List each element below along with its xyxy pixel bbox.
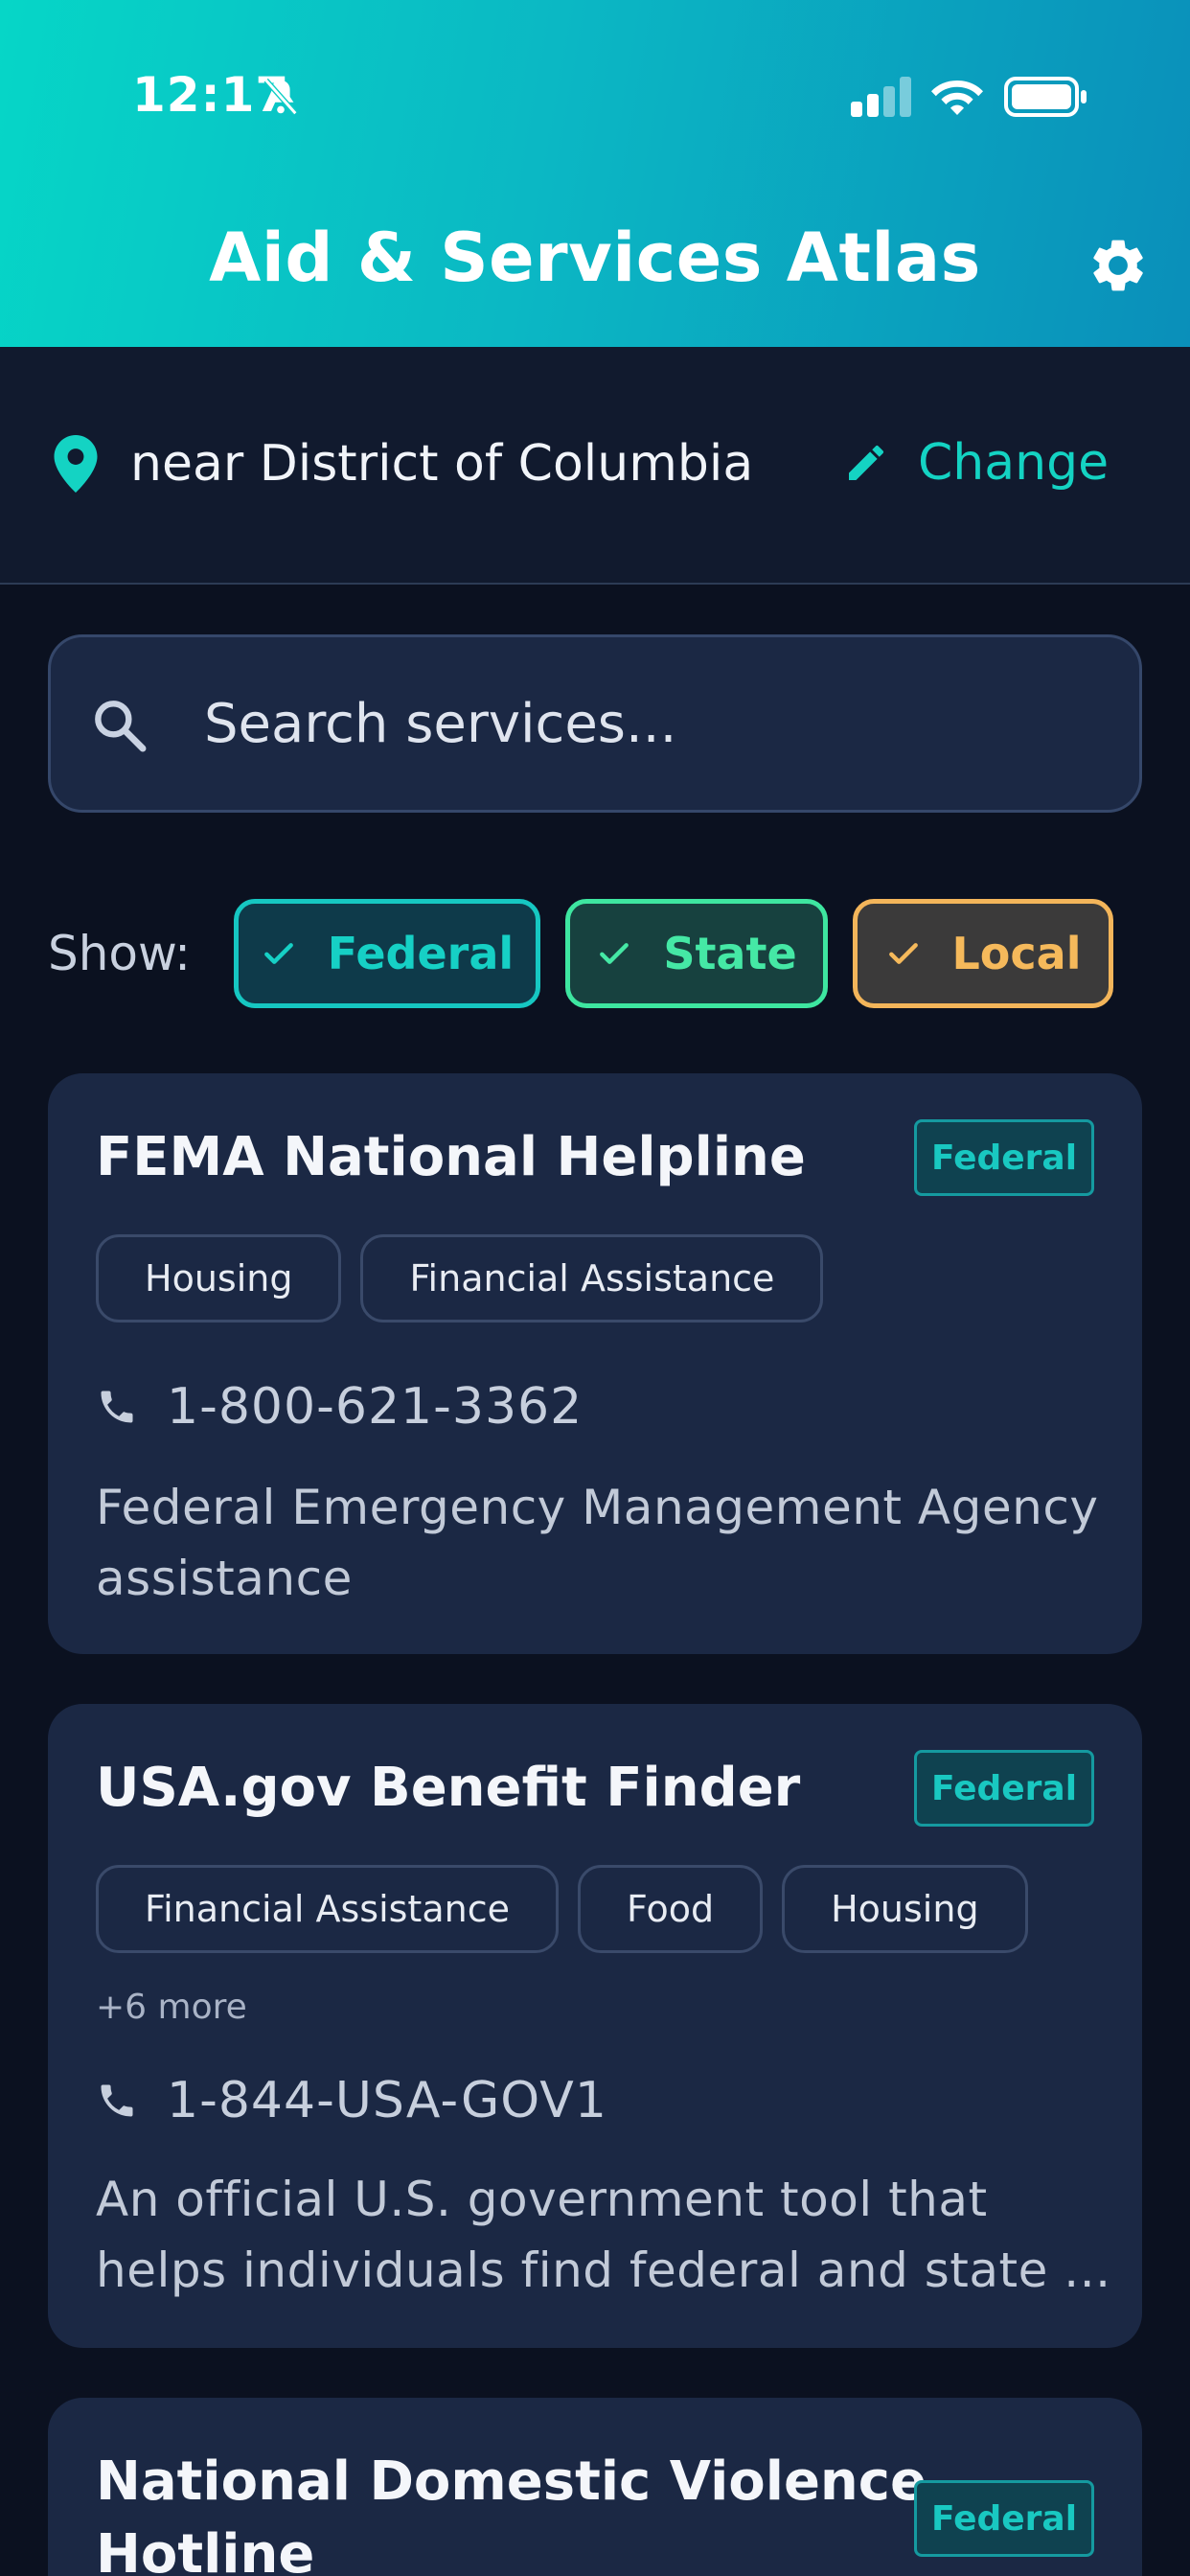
phone-link[interactable]: 1-800-621-3362 — [96, 1378, 583, 1436]
service-description: Federal Emergency Management Agency assi… — [96, 1472, 1111, 1614]
description-line: assistance — [96, 1551, 353, 1606]
phone-icon — [101, 1391, 133, 1423]
filter-chip-label: Local — [951, 928, 1082, 979]
check-icon — [263, 943, 293, 964]
tag[interactable]: Housing — [96, 1234, 342, 1322]
search-icon — [95, 701, 147, 752]
level-badge: Federal — [914, 1750, 1094, 1827]
tag[interactable]: Financial Assistance — [360, 1234, 824, 1322]
app-header: 12:17 Aid & Services Atlas — [0, 0, 1190, 347]
phone-number: 1-844-USA-GOV1 — [167, 2072, 607, 2129]
tag-list: Housing Financial Assistance — [96, 1234, 824, 1322]
service-card-domestic-violence[interactable]: National Domestic Violence Hotline Feder… — [48, 2398, 1142, 2576]
service-title: USA.gov Benefit Finder — [96, 1757, 801, 1819]
check-icon — [888, 943, 918, 964]
location-pin-icon — [54, 435, 98, 493]
filter-label: Show: — [48, 926, 192, 981]
gear-icon[interactable] — [1087, 234, 1150, 297]
description-line: Federal Emergency Management Agency — [96, 1480, 1099, 1535]
bell-muted-icon — [263, 78, 298, 116]
service-card-usagov[interactable]: USA.gov Benefit Finder Federal Financial… — [48, 1704, 1142, 2348]
phone-icon — [101, 2084, 133, 2117]
filter-chip-state[interactable]: State — [565, 899, 828, 1008]
wifi-icon — [931, 80, 983, 115]
cellular-signal-icon — [851, 77, 911, 117]
change-location-button[interactable]: Change — [843, 429, 1109, 496]
level-badge: Federal — [914, 2480, 1094, 2557]
location-text: near District of Columbia — [130, 435, 754, 493]
app-title: Aid & Services Atlas — [209, 218, 981, 297]
tag[interactable]: Financial Assistance — [96, 1865, 559, 1953]
search-input[interactable] — [204, 676, 1105, 771]
level-badge: Federal — [914, 1119, 1094, 1196]
app-screen: 12:17 Aid & Services Atlas near District… — [0, 0, 1190, 2576]
search-box[interactable] — [48, 634, 1142, 813]
filter-chip-label: State — [663, 928, 797, 979]
service-description: An official U.S. government tool that he… — [96, 2164, 1111, 2306]
filter-chip-federal[interactable]: Federal — [234, 899, 540, 1008]
tag-list: Financial Assistance Food Housing — [96, 1865, 1028, 1953]
service-title-line: National Domestic Violence — [96, 2450, 927, 2513]
service-title-line: Hotline — [96, 2523, 315, 2576]
phone-number: 1-800-621-3362 — [167, 1378, 584, 1436]
phone-link[interactable]: 1-844-USA-GOV1 — [96, 2072, 607, 2129]
tag[interactable]: Food — [577, 1865, 764, 1953]
battery-icon — [1004, 77, 1087, 117]
more-tags-link[interactable]: +6 more — [96, 1988, 247, 2027]
filter-chip-local[interactable]: Local — [853, 899, 1113, 1008]
pencil-icon — [849, 445, 884, 480]
service-title: National Domestic Violence Hotline — [96, 2446, 927, 2576]
description-line: An official U.S. government tool that — [96, 2172, 988, 2227]
tag[interactable]: Housing — [782, 1865, 1028, 1953]
check-icon — [600, 943, 629, 964]
change-label: Change — [918, 434, 1110, 492]
location-bar: near District of Columbia Change — [0, 347, 1190, 585]
service-title: FEMA National Helpline — [96, 1126, 806, 1188]
service-card-fema[interactable]: FEMA National Helpline Federal Housing F… — [48, 1073, 1142, 1654]
filter-chip-label: Federal — [327, 928, 515, 979]
description-line: helps individuals find federal and state… — [96, 2242, 1111, 2298]
